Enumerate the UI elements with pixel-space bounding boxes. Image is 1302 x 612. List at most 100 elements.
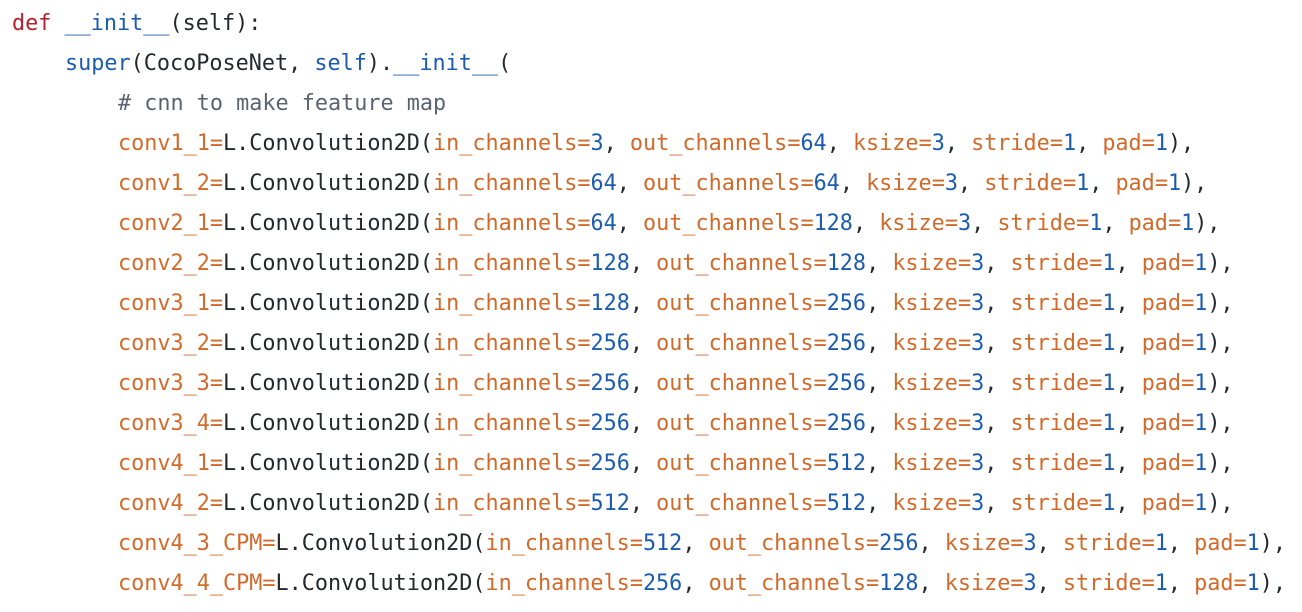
code-token: out_channels bbox=[656, 371, 814, 396]
code-token: , bbox=[1115, 491, 1142, 516]
code-token: stride bbox=[1010, 491, 1090, 516]
code-token: , bbox=[852, 211, 880, 236]
code-token: 512 bbox=[826, 491, 867, 516]
code-token: = bbox=[800, 211, 814, 236]
code-token: out_channels bbox=[656, 491, 814, 516]
code-token: ksize bbox=[892, 291, 958, 316]
code-token: stride bbox=[1010, 371, 1090, 396]
code-token: 1 bbox=[1167, 171, 1182, 196]
code-token: ), bbox=[1207, 331, 1234, 356]
code-token: L.Convolution2D( bbox=[223, 331, 433, 356]
code-token: , bbox=[1076, 131, 1103, 156]
code-token: = bbox=[1089, 291, 1103, 316]
code-token: 1 bbox=[1102, 491, 1116, 516]
code-token: __init__ bbox=[64, 11, 170, 36]
code-token: , bbox=[1115, 331, 1142, 356]
code-token: 256 bbox=[590, 371, 630, 396]
code-token: out_channels bbox=[656, 331, 814, 356]
code-token: 64 bbox=[800, 131, 827, 156]
code-token: , bbox=[1089, 171, 1116, 196]
code-token: , bbox=[1036, 531, 1063, 556]
code-line: conv2_1=L.Convolution2D(in_channels=64, … bbox=[118, 204, 1220, 244]
code-line: conv2_2=L.Convolution2D(in_channels=128,… bbox=[118, 244, 1234, 284]
code-token: ksize bbox=[892, 451, 958, 476]
code-token: 64 bbox=[590, 171, 617, 196]
code-token: L.Convolution2D( bbox=[223, 291, 433, 316]
code-token: , bbox=[1102, 211, 1129, 236]
code-token: = bbox=[1233, 531, 1247, 556]
code-token: out_channels bbox=[656, 291, 814, 316]
code-token: self bbox=[314, 51, 367, 76]
code-token: L.Convolution2D( bbox=[223, 131, 433, 156]
code-token: , bbox=[616, 171, 643, 196]
code-token: 1 bbox=[1246, 571, 1260, 596]
code-token: , bbox=[984, 331, 1011, 356]
code-token: = bbox=[957, 371, 972, 396]
code-token: 1 bbox=[1102, 251, 1116, 276]
code-token: , bbox=[826, 131, 853, 156]
code-token: 128 bbox=[590, 251, 630, 276]
code-token: = bbox=[577, 371, 591, 396]
code-token: 256 bbox=[826, 371, 867, 396]
code-token: , bbox=[629, 251, 657, 276]
code-token: = bbox=[209, 491, 223, 516]
code-token: ), bbox=[1181, 171, 1208, 196]
code-token: stride bbox=[1062, 531, 1142, 556]
code-token: in_channels bbox=[432, 331, 578, 356]
code-token: , bbox=[839, 171, 867, 196]
code-token: = bbox=[209, 411, 223, 436]
code-token: 1 bbox=[1194, 411, 1208, 436]
code-token: in_channels bbox=[485, 531, 630, 556]
code-token: stride bbox=[1010, 331, 1090, 356]
code-token: 128 bbox=[813, 211, 853, 236]
code-token: conv4_1 bbox=[118, 451, 210, 476]
code-token: = bbox=[1089, 371, 1103, 396]
code-token: # cnn to make feature map bbox=[118, 91, 447, 116]
code-token: = bbox=[209, 451, 223, 476]
code-token: ksize bbox=[892, 491, 958, 516]
code-token: = bbox=[1167, 211, 1182, 236]
code-token: = bbox=[957, 251, 972, 276]
code-token: = bbox=[1089, 451, 1103, 476]
code-token: = bbox=[787, 131, 801, 156]
code-token: , bbox=[1167, 531, 1195, 556]
code-token: 1 bbox=[1194, 451, 1208, 476]
code-token: = bbox=[577, 171, 591, 196]
code-token: in_channels bbox=[432, 251, 578, 276]
code-token: stride bbox=[1010, 451, 1090, 476]
code-token: = bbox=[1062, 171, 1077, 196]
code-token: , bbox=[603, 131, 630, 156]
code-token: = bbox=[1181, 251, 1195, 276]
code-token: = bbox=[918, 131, 932, 156]
code-token: ), bbox=[1167, 131, 1195, 156]
code-token: = bbox=[209, 131, 223, 156]
code-token: pad bbox=[1194, 571, 1234, 596]
code-token: 1 bbox=[1102, 371, 1116, 396]
code-token: def bbox=[12, 11, 52, 36]
code-token: , bbox=[629, 331, 657, 356]
code-token: = bbox=[1141, 531, 1155, 556]
code-token: = bbox=[1181, 291, 1195, 316]
code-token: = bbox=[577, 331, 591, 356]
code-token: = bbox=[800, 171, 814, 196]
code-token: ), bbox=[1207, 291, 1234, 316]
code-token: in_channels bbox=[432, 371, 578, 396]
code-token: , bbox=[866, 251, 893, 276]
code-token: , bbox=[866, 291, 893, 316]
code-line: conv1_1=L.Convolution2D(in_channels=3, o… bbox=[118, 124, 1194, 164]
code-token: 3 bbox=[971, 251, 985, 276]
code-token: , bbox=[971, 211, 998, 236]
code-token: stride bbox=[1010, 251, 1090, 276]
code-token: conv3_3 bbox=[118, 371, 210, 396]
code-token: 1 bbox=[1089, 211, 1103, 236]
code-line: conv4_2=L.Convolution2D(in_channels=512,… bbox=[118, 484, 1234, 524]
code-token: = bbox=[813, 491, 827, 516]
code-token: , bbox=[1115, 451, 1142, 476]
code-token: 256 bbox=[879, 531, 919, 556]
code-token: = bbox=[209, 171, 223, 196]
code-token: out_channels bbox=[656, 411, 814, 436]
code-token: = bbox=[813, 291, 827, 316]
code-token: ksize bbox=[892, 371, 958, 396]
code-token: = bbox=[1089, 251, 1103, 276]
code-token: = bbox=[1141, 571, 1155, 596]
